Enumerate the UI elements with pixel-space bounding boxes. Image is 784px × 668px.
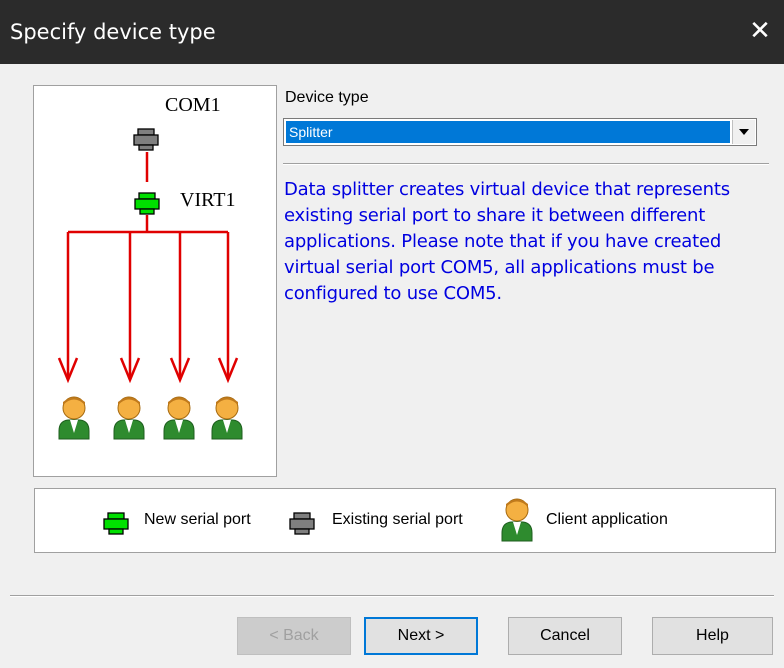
legend-client-app-label: Client application bbox=[546, 511, 668, 528]
splitter-diagram: COM1 VIRT1 bbox=[33, 85, 277, 477]
legend-new-port-label: New serial port bbox=[144, 511, 251, 528]
window-title: Specify device type bbox=[10, 20, 216, 44]
client-app-icon-2 bbox=[113, 396, 145, 440]
com1-port-icon bbox=[133, 128, 159, 151]
separator bbox=[283, 163, 769, 165]
legend-panel: New serial port Existing serial port Cli… bbox=[34, 488, 776, 553]
client-app-icon-3 bbox=[163, 396, 195, 440]
cancel-button[interactable]: Cancel bbox=[508, 617, 622, 655]
back-button[interactable]: < Back bbox=[237, 617, 351, 655]
virt1-port-icon bbox=[134, 192, 160, 215]
split-lines bbox=[57, 215, 239, 384]
footer-separator bbox=[10, 595, 774, 597]
existing-port-icon bbox=[289, 512, 315, 535]
device-type-selected-value: Splitter bbox=[286, 121, 730, 143]
new-port-icon bbox=[103, 512, 129, 535]
diagram-graphic bbox=[57, 128, 243, 440]
device-type-label: Device type bbox=[285, 89, 369, 106]
client-app-icon-1 bbox=[58, 396, 90, 440]
client-app-icon-4 bbox=[211, 396, 243, 440]
next-button[interactable]: Next > bbox=[364, 617, 478, 655]
virt1-label: VIRT1 bbox=[180, 189, 236, 211]
legend-existing-port-label: Existing serial port bbox=[332, 511, 463, 528]
chevron-down-icon[interactable] bbox=[732, 120, 755, 144]
title-bar: Specify device type ✕ bbox=[0, 0, 784, 64]
close-icon[interactable]: ✕ bbox=[736, 0, 784, 64]
com1-label: COM1 bbox=[165, 94, 221, 116]
device-type-select[interactable]: Splitter bbox=[283, 118, 757, 146]
help-button[interactable]: Help bbox=[652, 617, 773, 655]
client-application-icon bbox=[501, 498, 533, 542]
device-type-description: Data splitter creates virtual device tha… bbox=[284, 179, 730, 304]
